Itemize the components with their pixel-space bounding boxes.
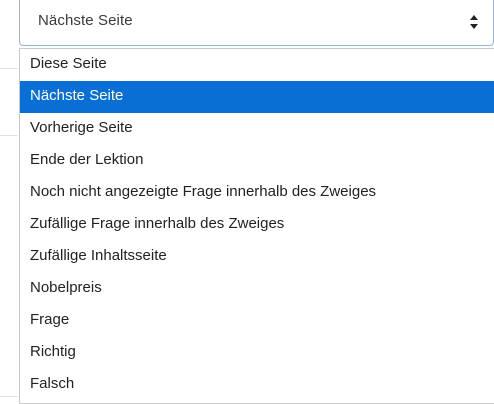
option-ende-der-lektion[interactable]: Ende der Lektion	[20, 145, 494, 177]
option-vorherige-seite[interactable]: Vorherige Seite	[20, 113, 494, 145]
background-divider	[0, 68, 18, 69]
jump-select-screen: Nächste Seite Diese Seite Nächste Seite …	[0, 0, 494, 404]
option-frage[interactable]: Frage	[20, 305, 494, 337]
option-unseen-question-in-branch[interactable]: Noch nicht angezeigte Frage innerhalb de…	[20, 177, 494, 209]
option-richtig[interactable]: Richtig	[20, 337, 494, 369]
option-diese-seite[interactable]: Diese Seite	[20, 49, 494, 81]
up-down-arrows-icon	[470, 15, 478, 29]
option-random-content-page[interactable]: Zufällige Inhaltsseite	[20, 241, 494, 273]
background-divider	[0, 135, 18, 136]
option-nobelpreis[interactable]: Nobelpreis	[20, 273, 494, 305]
option-naechste-seite[interactable]: Nächste Seite	[20, 81, 494, 113]
select-current-value: Nächste Seite	[38, 12, 133, 29]
dropdown-list: Diese Seite Nächste Seite Vorherige Seit…	[19, 48, 494, 404]
option-falsch[interactable]: Falsch	[20, 369, 494, 401]
jump-select[interactable]: Nächste Seite	[19, 0, 494, 46]
background-divider	[0, 396, 18, 397]
option-random-question-in-branch[interactable]: Zufällige Frage innerhalb des Zweiges	[20, 209, 494, 241]
